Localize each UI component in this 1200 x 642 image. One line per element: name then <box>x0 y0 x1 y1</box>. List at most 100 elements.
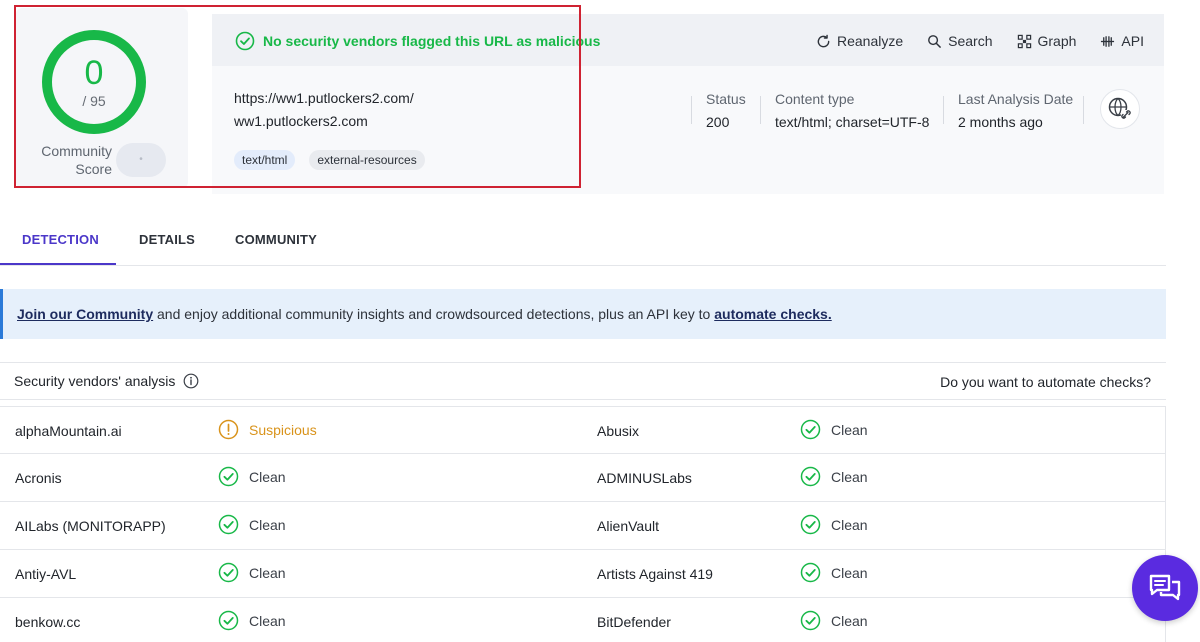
vendor-result-label: Clean <box>831 564 868 581</box>
clean-check-icon <box>800 514 821 535</box>
vendor-result: Clean <box>218 514 286 535</box>
detection-score-total: / 95 <box>82 93 106 109</box>
table-row: Antiy-AVL Clean Artists Against 419 Clean <box>0 550 1166 598</box>
join-community-link[interactable]: Join our Community <box>17 306 153 322</box>
clean-check-icon <box>800 610 821 631</box>
reanalyze-label: Reanalyze <box>836 33 904 49</box>
search-button[interactable]: Search <box>927 33 993 49</box>
vendor-name: Artists Against 419 <box>597 566 713 582</box>
globe-link-icon <box>1108 97 1131 120</box>
automate-checks-prompt[interactable]: Do you want to automate checks? <box>940 374 1151 390</box>
meta-divider <box>1083 96 1084 124</box>
chat-icon <box>1149 574 1181 601</box>
vendor-name: alphaMountain.ai <box>15 423 122 439</box>
search-label: Search <box>948 33 993 49</box>
detail-tabs: DETECTION DETAILS COMMUNITY <box>0 222 1166 266</box>
vendor-result: Clean <box>800 514 868 535</box>
table-row: benkow.cc Clean BitDefender Clean <box>0 598 1166 642</box>
community-score-label: Community Score <box>41 143 112 177</box>
banner-text: and enjoy additional community insights … <box>153 306 715 322</box>
vendor-name: ADMINUSLabs <box>597 470 692 486</box>
vendor-result: Clean <box>800 562 868 583</box>
action-toolbar: Reanalyze Search Graph API <box>816 30 1144 52</box>
url-host: ww1.putlockers2.com <box>234 113 368 129</box>
tag-external-resources[interactable]: external-resources <box>309 150 425 170</box>
vendor-result-label: Clean <box>831 516 868 533</box>
content-type-value: text/html; charset=UTF-8 <box>775 114 930 130</box>
automate-checks-link[interactable]: automate checks. <box>714 306 832 322</box>
info-icon[interactable] <box>183 373 199 389</box>
verdict-text: No security vendors flagged this URL as … <box>263 33 601 49</box>
clean-check-icon <box>218 562 239 583</box>
status-value: 200 <box>706 114 730 130</box>
vendor-name: benkow.cc <box>15 614 81 630</box>
vendor-result-label: Clean <box>249 564 286 581</box>
summary-info-area <box>212 66 1164 194</box>
clean-check-icon <box>800 562 821 583</box>
graph-button[interactable]: Graph <box>1017 33 1077 49</box>
tag-text-html[interactable]: text/html <box>234 150 296 170</box>
table-row: Acronis Clean ADMINUSLabs Clean <box>0 454 1166 502</box>
vendor-name: Abusix <box>597 423 640 439</box>
status-label: Status <box>706 91 746 107</box>
last-analysis-label: Last Analysis Date <box>958 91 1074 107</box>
analyzed-url[interactable]: https://ww1.putlockers2.com/ <box>234 90 414 106</box>
meta-divider <box>943 96 944 124</box>
community-banner: Join our Community and enjoy additional … <box>0 289 1166 339</box>
community-score-pill[interactable]: • <box>116 143 166 177</box>
tab-community[interactable]: COMMUNITY <box>235 232 317 247</box>
vendor-name: Acronis <box>15 470 62 486</box>
url-tags: text/html external-resources <box>234 150 425 170</box>
detection-score-value: 0 <box>84 54 104 92</box>
vendor-result: Clean <box>800 419 868 440</box>
vendors-table: alphaMountain.ai Suspicious Abusix Clean Acr… <box>0 406 1166 642</box>
vendor-result: Clean <box>218 610 286 631</box>
clean-check-icon <box>218 466 239 487</box>
clean-check-icon <box>800 466 821 487</box>
api-label: API <box>1121 33 1144 49</box>
vendor-result-label: Clean <box>831 612 868 629</box>
vendor-result: Clean <box>218 466 286 487</box>
url-globe-button[interactable] <box>1100 89 1140 129</box>
clean-check-icon <box>218 610 239 631</box>
reanalyze-button[interactable]: Reanalyze <box>816 33 903 49</box>
suspicious-icon <box>218 419 239 440</box>
score-panel: 0 / 95 Community Score • <box>16 8 188 188</box>
graph-icon <box>1017 34 1031 48</box>
refresh-icon <box>817 34 830 47</box>
vendor-result-label: Clean <box>249 468 286 485</box>
graph-label: Graph <box>1037 33 1077 49</box>
content-type-label: Content type <box>775 91 855 107</box>
meta-divider <box>760 96 761 124</box>
vendors-table-header: Security vendors' analysis Do you want t… <box>0 362 1166 400</box>
tab-detection[interactable]: DETECTION <box>22 232 99 247</box>
vendor-name: BitDefender <box>597 614 671 630</box>
clean-check-icon <box>800 419 821 440</box>
verdict-banner: No security vendors flagged this URL as … <box>235 30 600 52</box>
vendor-result: Clean <box>800 466 868 487</box>
table-row: AILabs (MONITORAPP) Clean AlienVault Clean <box>0 502 1166 550</box>
vendor-name: AILabs (MONITORAPP) <box>15 518 166 534</box>
active-tab-indicator <box>0 263 116 265</box>
api-icon <box>1101 35 1115 47</box>
vendor-result: Clean <box>800 610 868 631</box>
search-icon <box>928 34 942 48</box>
tab-details[interactable]: DETAILS <box>139 232 195 247</box>
vendor-result-label: Clean <box>249 516 286 533</box>
table-row: alphaMountain.ai Suspicious Abusix Clean <box>0 406 1166 454</box>
vendor-result-label: Suspicious <box>249 421 317 438</box>
clean-check-icon <box>218 514 239 535</box>
vendor-result-label: Clean <box>831 468 868 485</box>
vendor-result-label: Clean <box>249 612 286 629</box>
chat-button[interactable] <box>1132 555 1198 621</box>
vendor-name: Antiy-AVL <box>15 566 77 582</box>
api-button[interactable]: API <box>1100 33 1144 49</box>
meta-divider <box>691 96 692 124</box>
vendor-name: AlienVault <box>597 518 660 534</box>
vendors-title-text: Security vendors' analysis <box>14 373 176 389</box>
vendors-title: Security vendors' analysis <box>14 373 199 389</box>
check-circle-icon <box>235 31 255 51</box>
vendor-result-label: Clean <box>831 421 868 438</box>
vendor-result: Suspicious <box>218 419 317 440</box>
last-analysis-value: 2 months ago <box>958 114 1043 130</box>
